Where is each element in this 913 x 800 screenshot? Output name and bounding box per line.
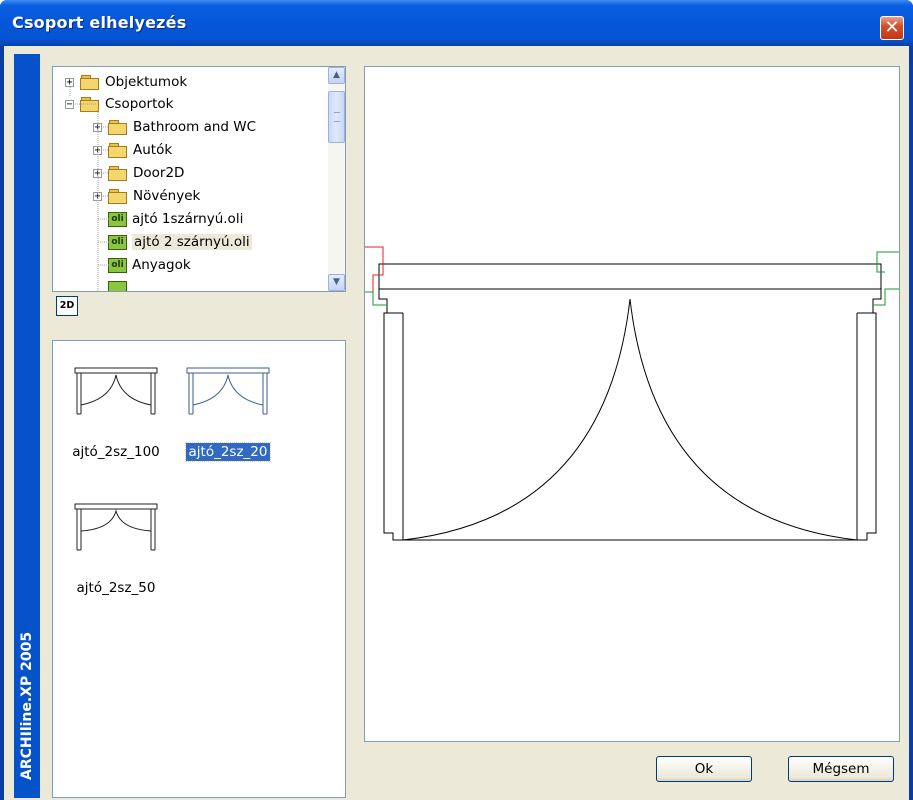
- tree-scrollbar[interactable]: ▲ ▼: [328, 67, 345, 291]
- thumbnail-item-selected[interactable]: ajtó_2sz_20: [173, 367, 283, 462]
- thumbnail-label: ajtó_2sz_50: [76, 580, 156, 596]
- door-thumbnail-icon: [74, 503, 158, 551]
- close-icon[interactable]: ✕: [880, 16, 904, 40]
- brand-text: ARCHIline.XP 2005: [19, 631, 35, 780]
- scroll-down-icon[interactable]: ▼: [328, 274, 345, 291]
- scroll-thumb[interactable]: [328, 91, 345, 143]
- thumbnail-label: ajtó_2sz_100: [72, 444, 160, 460]
- thumbnail-item[interactable]: ajtó_2sz_50: [61, 503, 171, 597]
- mode-2d-button[interactable]: 2D: [56, 296, 78, 316]
- tree-lines: [69, 87, 109, 291]
- ok-button[interactable]: Ok: [656, 756, 752, 782]
- tree-view[interactable]: + Objektumok − Csoportok + Bathroom and …: [52, 66, 346, 292]
- door-preview-drawing: [365, 246, 899, 541]
- door-thumbnail-icon: [74, 367, 158, 415]
- door-thumbnail-icon: [186, 367, 270, 415]
- brand-strip: ARCHIline.XP 2005: [14, 54, 40, 798]
- title-bar[interactable]: Csoport elhelyezés ✕: [0, 0, 913, 46]
- thumbnail-list[interactable]: ajtó_2sz_100 ajtó_2sz_20 ajtó_2sz_50: [52, 340, 346, 798]
- window-title: Csoport elhelyezés: [12, 13, 187, 32]
- scroll-up-icon[interactable]: ▲: [328, 67, 345, 84]
- preview-canvas: [364, 66, 900, 742]
- thumbnail-label: ajtó_2sz_20: [184, 442, 272, 462]
- cancel-button[interactable]: Mégsem: [788, 756, 894, 782]
- dialog-window: Csoport elhelyezés ✕ ARCHIline.XP 2005 +…: [0, 0, 913, 800]
- dialog-client: ARCHIline.XP 2005 + Objektumok − Csoport…: [4, 46, 909, 800]
- thumbnail-item[interactable]: ajtó_2sz_100: [61, 367, 171, 461]
